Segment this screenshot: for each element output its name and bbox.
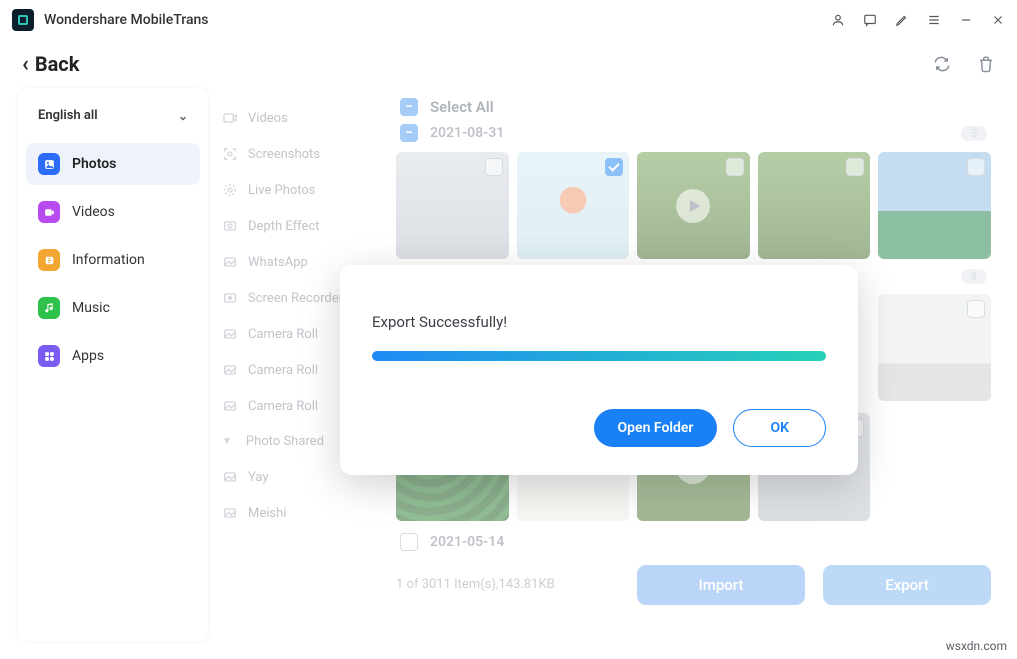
checkbox-partial-icon[interactable]: − [400,124,418,142]
date-label: 2021-08-31 [430,125,504,141]
sidebar-item-label: Apps [72,348,104,364]
photo-thumbnail[interactable] [878,294,991,401]
content-footer: 1 of 3011 Item(s),143.81KB Import Export [392,557,995,605]
back-bar: ‹ Back [0,40,1017,88]
language-label: English all [38,108,98,123]
select-all-label: Select All [430,98,494,116]
back-button[interactable]: ‹ Back [22,52,79,77]
category-videos[interactable]: Videos [214,100,382,136]
photos-icon [38,153,60,175]
account-icon[interactable] [831,13,845,27]
sidebar-item-label: Photos [72,156,116,172]
titlebar-controls [831,13,1005,27]
chevron-left-icon: ‹ [22,52,29,77]
modal-title: Export Successfully! [372,313,826,331]
thumbnail-checkbox[interactable] [485,158,503,176]
caret-down-icon: ▼ [222,436,232,447]
sidebar: English all ⌄ Photos Videos Information … [18,88,208,641]
trash-icon[interactable] [977,55,995,73]
sidebar-item-music[interactable]: Music [26,287,200,329]
export-button[interactable]: Export [823,565,991,605]
sidebar-item-label: Videos [72,204,115,220]
app-title: Wondershare MobileTrans [44,12,209,28]
sidebar-item-videos[interactable]: Videos [26,191,200,233]
checkbox-empty-icon[interactable] [400,533,418,551]
category-meishi[interactable]: Meishi [214,495,382,531]
count-badge: 5 [961,126,987,141]
date-group-row[interactable]: − 2021-08-31 5 [392,120,995,146]
minimize-icon[interactable] [959,13,973,27]
date-label: 2021-05-14 [430,534,504,550]
sidebar-item-information[interactable]: Information [26,239,200,281]
sidebar-item-photos[interactable]: Photos [26,143,200,185]
count-badge: 9 [961,269,987,284]
sidebar-item-label: Music [72,300,110,316]
app-logo-icon [12,9,34,31]
import-button[interactable]: Import [637,565,805,605]
videos-icon [38,201,60,223]
progress-bar [372,351,826,361]
menu-icon[interactable] [927,13,941,27]
photo-thumbnail[interactable] [517,152,630,259]
refresh-icon[interactable] [933,55,951,73]
back-label: Back [35,52,80,76]
photo-thumbnail[interactable] [878,152,991,259]
edit-icon[interactable] [895,13,909,27]
sidebar-item-label: Information [72,252,145,268]
watermark: wsxdn.com [946,639,1007,653]
message-icon[interactable] [863,13,877,27]
photo-thumbnail[interactable] [758,152,871,259]
language-selector[interactable]: English all ⌄ [26,100,200,131]
thumbnail-grid [392,146,995,265]
thumbnail-checkbox[interactable] [967,300,985,318]
checkbox-partial-icon[interactable]: − [400,98,418,116]
category-live-photos[interactable]: Live Photos [214,172,382,208]
chevron-down-icon: ⌄ [178,109,188,123]
thumbnail-checkbox[interactable] [846,158,864,176]
play-icon [676,189,710,223]
music-icon [38,297,60,319]
export-success-modal: Export Successfully! Open Folder OK [340,265,858,475]
select-all-row[interactable]: − Select All [392,94,995,120]
photo-thumbnail[interactable] [396,152,509,259]
ok-button[interactable]: OK [733,409,826,447]
sidebar-item-apps[interactable]: Apps [26,335,200,377]
status-text: 1 of 3011 Item(s),143.81KB [396,577,555,592]
apps-icon [38,345,60,367]
category-screenshots[interactable]: Screenshots [214,136,382,172]
category-depth-effect[interactable]: Depth Effect [214,208,382,244]
thumbnail-checkbox[interactable] [967,158,985,176]
thumbnail-checkbox[interactable] [605,158,623,176]
thumbnail-checkbox[interactable] [726,158,744,176]
photo-thumbnail[interactable] [637,152,750,259]
open-folder-button[interactable]: Open Folder [594,409,718,447]
close-icon[interactable] [991,13,1005,27]
titlebar: Wondershare MobileTrans [0,0,1017,40]
date-group-row[interactable]: 2021-05-14 [392,527,995,557]
information-icon [38,249,60,271]
